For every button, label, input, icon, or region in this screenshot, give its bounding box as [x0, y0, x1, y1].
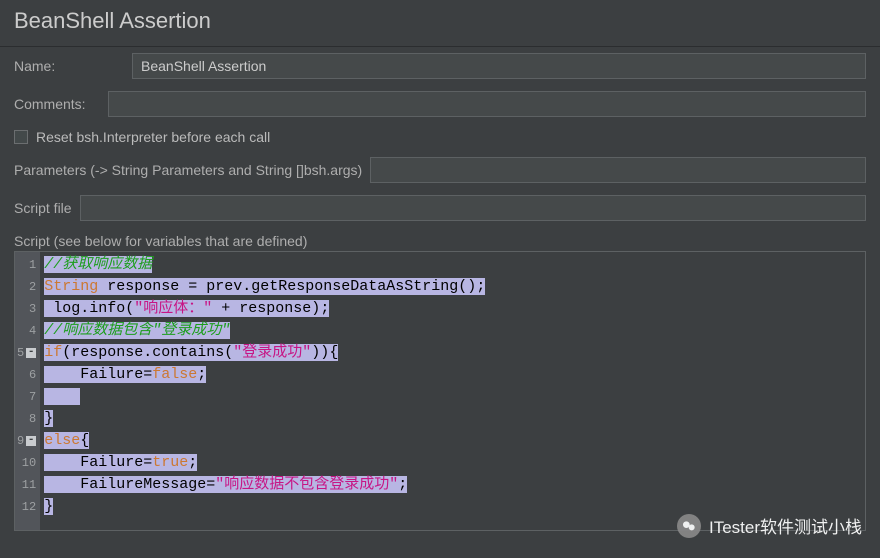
script-label: Script (see below for variables that are…	[0, 227, 880, 251]
parameters-input[interactable]	[370, 157, 866, 183]
code-line[interactable]: log.info("响应体：" + response);	[44, 298, 865, 320]
reset-row: Reset bsh.Interpreter before each call	[0, 123, 880, 151]
gutter-line: 12	[17, 496, 36, 518]
scriptfile-input[interactable]	[80, 195, 866, 221]
name-input[interactable]	[132, 53, 866, 79]
name-row: Name:	[0, 47, 880, 85]
parameters-label: Parameters (-> String Parameters and Str…	[14, 162, 362, 178]
code-line[interactable]	[44, 386, 865, 408]
wechat-icon	[677, 514, 701, 538]
gutter-line: 4	[17, 320, 36, 342]
gutter-line: 8	[17, 408, 36, 430]
gutter-line: 1	[17, 254, 36, 276]
reset-label: Reset bsh.Interpreter before each call	[36, 129, 270, 145]
name-label: Name:	[14, 58, 124, 74]
code-line[interactable]: }	[44, 408, 865, 430]
gutter-line: 3	[17, 298, 36, 320]
parameters-row: Parameters (-> String Parameters and Str…	[0, 151, 880, 189]
comments-row: Comments:	[0, 85, 880, 123]
code-line[interactable]: String response = prev.getResponseDataAs…	[44, 276, 865, 298]
code-line[interactable]: FailureMessage="响应数据不包含登录成功";	[44, 474, 865, 496]
code-editor[interactable]: 12345-6789-101112 //获取响应数据String respons…	[14, 251, 866, 531]
code-line[interactable]: //获取响应数据	[44, 254, 865, 276]
code-area[interactable]: //获取响应数据String response = prev.getRespon…	[40, 252, 865, 530]
gutter-line: 2	[17, 276, 36, 298]
fold-marker-icon[interactable]: -	[26, 436, 36, 446]
gutter-line: 9-	[17, 430, 36, 452]
code-line[interactable]: //响应数据包含"登录成功"	[44, 320, 865, 342]
code-line[interactable]: if(response.contains("登录成功")){	[44, 342, 865, 364]
panel-title: BeanShell Assertion	[0, 0, 880, 47]
gutter-line: 7	[17, 386, 36, 408]
watermark-text: ITester软件测试小栈	[709, 513, 862, 538]
code-line[interactable]: else{	[44, 430, 865, 452]
comments-label: Comments:	[14, 96, 100, 112]
reset-checkbox[interactable]	[14, 130, 28, 144]
gutter-line: 6	[17, 364, 36, 386]
comments-input[interactable]	[108, 91, 866, 117]
gutter-line: 11	[17, 474, 36, 496]
code-line[interactable]: Failure=true;	[44, 452, 865, 474]
code-line[interactable]: Failure=false;	[44, 364, 865, 386]
watermark: ITester软件测试小栈	[677, 513, 862, 538]
scriptfile-row: Script file	[0, 189, 880, 227]
code-gutter: 12345-6789-101112	[15, 252, 40, 530]
scriptfile-label: Script file	[14, 200, 72, 216]
gutter-line: 5-	[17, 342, 36, 364]
gutter-line: 10	[17, 452, 36, 474]
fold-marker-icon[interactable]: -	[26, 348, 36, 358]
